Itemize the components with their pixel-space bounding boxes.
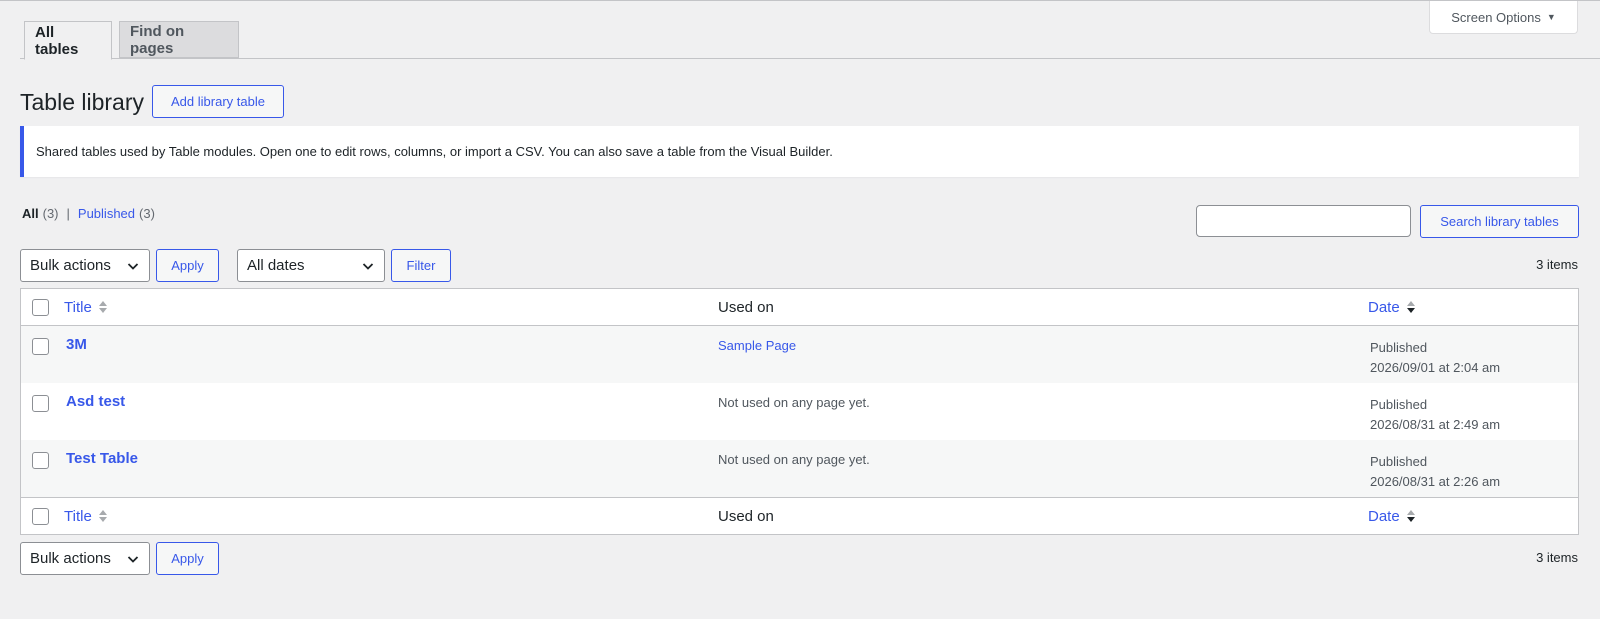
chevron-down-icon — [127, 263, 139, 270]
row-date: Published 2026/08/31 at 2:26 am — [1370, 452, 1500, 492]
row-status: Published — [1370, 340, 1428, 355]
bulk-actions-select[interactable]: Bulk actions — [20, 249, 150, 282]
notice-text: Shared tables used by Table modules. Ope… — [36, 144, 833, 159]
apply-button-bottom[interactable]: Apply — [156, 542, 219, 575]
row-checkbox[interactable] — [32, 338, 49, 355]
filter-button[interactable]: Filter — [391, 249, 451, 282]
row-used-on-text: Not used on any page yet. — [718, 395, 870, 410]
sort-icon — [98, 510, 107, 522]
row-status: Published — [1370, 397, 1428, 412]
row-title-link[interactable]: 3M — [66, 336, 87, 353]
chevron-down-icon — [127, 556, 139, 563]
view-all-link[interactable]: All — [22, 206, 39, 221]
table-row: Test Table Not used on any page yet. Pub… — [21, 440, 1578, 497]
info-notice: Shared tables used by Table modules. Ope… — [20, 126, 1579, 177]
view-published-link[interactable]: Published — [78, 206, 135, 221]
footer-column-used-on-label: Used on — [718, 507, 774, 525]
row-date-value: 2026/08/31 at 2:49 am — [1370, 417, 1501, 432]
bulk-actions-value: Bulk actions — [30, 550, 111, 567]
footer-column-title-label: Title — [64, 507, 92, 525]
add-library-table-button[interactable]: Add library table — [152, 85, 284, 118]
table-footer: Title Used on Date — [21, 497, 1578, 534]
footer-column-date-sort[interactable]: Date — [1368, 508, 1416, 525]
column-title-label: Title — [64, 298, 92, 316]
tab-bar: All tables Find on pages — [20, 21, 1600, 60]
view-published-count: (3) — [139, 206, 155, 221]
sort-desc-icon — [1406, 301, 1415, 313]
column-date-sort[interactable]: Date — [1368, 299, 1416, 316]
apply-button[interactable]: Apply — [156, 249, 219, 282]
date-filter-select[interactable]: All dates — [237, 249, 385, 282]
row-used-on-text: Not used on any page yet. — [718, 452, 870, 467]
row-used-on-link[interactable]: Sample Page — [718, 338, 796, 353]
row-checkbox[interactable] — [32, 395, 49, 412]
row-date: Published 2026/09/01 at 2:04 am — [1370, 338, 1500, 378]
view-filters: All (3) | Published (3) — [22, 206, 155, 221]
view-all-count: (3) — [42, 206, 59, 221]
bulk-actions-select-bottom[interactable]: Bulk actions — [20, 542, 150, 575]
page-title: Table library — [20, 89, 144, 115]
select-all-checkbox[interactable] — [32, 299, 49, 316]
table-row: Asd test Not used on any page yet. Publi… — [21, 383, 1578, 440]
search-library-tables-button[interactable]: Search library tables — [1420, 205, 1579, 238]
view-separator: | — [66, 206, 70, 221]
row-checkbox[interactable] — [32, 452, 49, 469]
library-tables-list: Title Used on Date 3M Sample Page Publis… — [20, 288, 1579, 535]
select-all-checkbox-footer[interactable] — [32, 508, 49, 525]
sort-icon — [98, 301, 107, 313]
sort-desc-icon — [1406, 510, 1415, 522]
footer-column-title-sort[interactable]: Title — [64, 508, 108, 525]
footer-column-date-label: Date — [1368, 507, 1400, 525]
search-input[interactable] — [1196, 205, 1411, 237]
column-title-sort[interactable]: Title — [64, 299, 108, 316]
row-title-link[interactable]: Asd test — [66, 393, 125, 410]
chevron-down-icon — [362, 263, 374, 270]
tab-find-on-pages[interactable]: Find on pages — [119, 21, 239, 58]
column-date-label: Date — [1368, 298, 1400, 316]
row-date-value: 2026/09/01 at 2:04 am — [1370, 360, 1501, 375]
row-date: Published 2026/08/31 at 2:49 am — [1370, 395, 1500, 435]
tab-all-tables[interactable]: All tables — [24, 21, 112, 60]
column-used-on-label: Used on — [718, 298, 774, 316]
row-title-link[interactable]: Test Table — [66, 450, 138, 467]
items-count-bottom: 3 items — [1536, 550, 1578, 565]
row-date-value: 2026/08/31 at 2:26 am — [1370, 474, 1501, 489]
bulk-actions-value: Bulk actions — [30, 257, 111, 274]
date-filter-value: All dates — [247, 257, 305, 274]
items-count: 3 items — [1536, 257, 1578, 272]
row-status: Published — [1370, 454, 1428, 469]
table-header: Title Used on Date — [21, 289, 1578, 326]
table-row: 3M Sample Page Published 2026/09/01 at 2… — [21, 326, 1578, 383]
